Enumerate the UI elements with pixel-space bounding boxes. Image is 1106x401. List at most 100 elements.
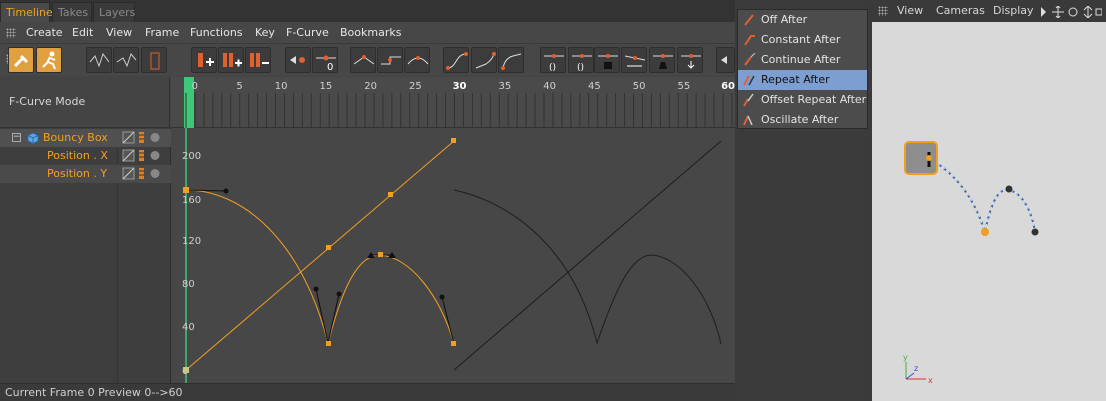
- keyframe[interactable]: [183, 367, 189, 373]
- object-name: Bouncy Box: [43, 131, 108, 144]
- fcurve-mode-button[interactable]: [36, 47, 62, 73]
- menu-functions[interactable]: Functions: [190, 25, 243, 41]
- tangent-handle-point[interactable]: [336, 291, 342, 297]
- zero-key-button[interactable]: 0: [312, 47, 338, 73]
- menu-item-constant-after[interactable]: Constant After: [738, 30, 867, 50]
- after-behavior-menu: Off After Constant After Continue After …: [737, 9, 868, 129]
- path-key-point[interactable]: [926, 155, 932, 161]
- mode-label-panel: F-Curve Mode: [0, 77, 170, 128]
- keyframe[interactable]: [183, 187, 189, 193]
- fcurve-canvas[interactable]: 200 160 120 80 40 0: [171, 128, 735, 383]
- tangent-handle[interactable]: [315, 288, 329, 344]
- tangent-unify-button[interactable]: (): [568, 47, 594, 73]
- keyframe[interactable]: [451, 341, 456, 346]
- tangent-break-icon: (): [544, 54, 564, 73]
- motion-path: [928, 157, 1036, 236]
- zero-value-icon: 0: [316, 55, 336, 73]
- fcurve-graph[interactable]: 200 160 120 80 40 0: [171, 128, 735, 383]
- zero-angle-button[interactable]: [621, 47, 647, 73]
- menu-item-repeat-after[interactable]: Repeat After: [738, 70, 867, 90]
- ease-in-button[interactable]: [471, 47, 497, 73]
- viewport-nav-icons[interactable]: [1040, 6, 1102, 18]
- tangent-handle-point[interactable]: [439, 294, 445, 300]
- keyframe[interactable]: [451, 138, 456, 143]
- keyframe-add-icon: [198, 53, 214, 67]
- tangent-handle[interactable]: [327, 293, 340, 344]
- menu-item-offset-repeat-after[interactable]: Offset Repeat After: [738, 90, 867, 110]
- key-down-button[interactable]: [677, 47, 703, 73]
- lock-icon: [598, 54, 618, 69]
- viewport-scene[interactable]: y x z: [872, 22, 1106, 401]
- add-multi-key-button[interactable]: [218, 47, 244, 73]
- grip-icon[interactable]: [878, 6, 888, 16]
- ease-out-button[interactable]: [498, 47, 524, 73]
- tree-row-object[interactable]: − Bouncy Box: [0, 129, 118, 147]
- tab-timeline[interactable]: Timeline: [0, 2, 53, 22]
- viewport-menu-display[interactable]: Display: [993, 4, 1034, 17]
- move-icon: [1052, 6, 1064, 18]
- ease-in-out-button[interactable]: [443, 47, 469, 73]
- oscillate-after-icon: [743, 115, 753, 126]
- menu-frame[interactable]: Frame: [145, 25, 179, 41]
- y-tick-label: 120: [182, 236, 201, 247]
- menu-item-continue-after[interactable]: Continue After: [738, 50, 867, 70]
- collapse-icon[interactable]: −: [12, 133, 21, 142]
- tab-takes[interactable]: Takes: [52, 2, 92, 22]
- path-key-point[interactable]: [981, 228, 989, 236]
- time-ruler[interactable]: 0 5 10 15 20 25 30 35 40 45 50 55 60: [171, 77, 735, 128]
- lock-tangent-button[interactable]: [594, 47, 620, 73]
- tangent-break-button[interactable]: (): [540, 47, 566, 73]
- menu-create[interactable]: Create: [26, 25, 63, 41]
- zero-length-button[interactable]: [649, 47, 675, 73]
- frame-all-button[interactable]: [285, 47, 311, 73]
- keyframe[interactable]: [326, 245, 331, 250]
- remove-key-button[interactable]: [245, 47, 271, 73]
- track-icons-row: [118, 147, 171, 165]
- step-button[interactable]: [377, 47, 403, 73]
- key-mode-button[interactable]: [8, 47, 34, 73]
- menu-f-curve[interactable]: F-Curve: [286, 25, 329, 41]
- frame-selected-button[interactable]: [716, 47, 735, 73]
- track-toggle-icons[interactable]: [118, 147, 171, 165]
- curve-position-y[interactable]: [185, 189, 455, 345]
- tangent-handle[interactable]: [441, 296, 455, 345]
- tree-row-position-y[interactable]: Position . Y: [0, 165, 118, 183]
- bouncy-box-object[interactable]: [904, 141, 938, 175]
- curve-lock-button[interactable]: [141, 47, 167, 73]
- keyframe[interactable]: [388, 192, 393, 197]
- viewport-menu-bar: View Cameras Display: [870, 0, 1106, 22]
- menu-edit[interactable]: Edit: [72, 25, 93, 41]
- tangent-handle-point[interactable]: [313, 286, 319, 292]
- frame-selected-icon: [721, 56, 727, 64]
- menu-key[interactable]: Key: [255, 25, 275, 41]
- viewport-menu-cameras[interactable]: Cameras: [936, 4, 985, 17]
- menu-view[interactable]: View: [106, 25, 132, 41]
- track-toggle-icons[interactable]: [118, 129, 171, 147]
- tab-layers[interactable]: Layers: [93, 2, 135, 22]
- path-key-point[interactable]: [1031, 228, 1039, 236]
- tangent-handle-point[interactable]: [223, 188, 229, 194]
- spline-button[interactable]: [404, 47, 430, 73]
- curve-position-x[interactable]: [185, 140, 455, 371]
- track-toggle-icons[interactable]: [118, 165, 171, 183]
- linear-icon: [353, 55, 375, 65]
- viewport-menu-view[interactable]: View: [897, 4, 923, 17]
- ease-in-out-icon: [446, 52, 468, 70]
- menu-bookmarks[interactable]: Bookmarks: [340, 25, 401, 41]
- weight-icon: [653, 54, 673, 69]
- path-key-point[interactable]: [1005, 185, 1013, 193]
- menu-item-oscillate-after[interactable]: Oscillate After: [738, 110, 867, 130]
- ruler-tick-label: 25: [409, 81, 422, 92]
- curve-view-button[interactable]: [86, 47, 112, 73]
- linear-button[interactable]: [350, 47, 376, 73]
- viewport-3d[interactable]: y x z: [872, 22, 1106, 401]
- keyframe[interactable]: [378, 252, 383, 257]
- add-key-button[interactable]: [191, 47, 217, 73]
- tangent-handle[interactable]: [185, 189, 227, 192]
- ease-out-icon: [501, 53, 522, 70]
- menu-item-off-after[interactable]: Off After: [738, 10, 867, 30]
- curve-normalize-button[interactable]: [113, 47, 139, 73]
- keyframe[interactable]: [326, 341, 331, 346]
- grip-icon[interactable]: [6, 28, 16, 38]
- tree-row-position-x[interactable]: Position . X: [0, 147, 118, 165]
